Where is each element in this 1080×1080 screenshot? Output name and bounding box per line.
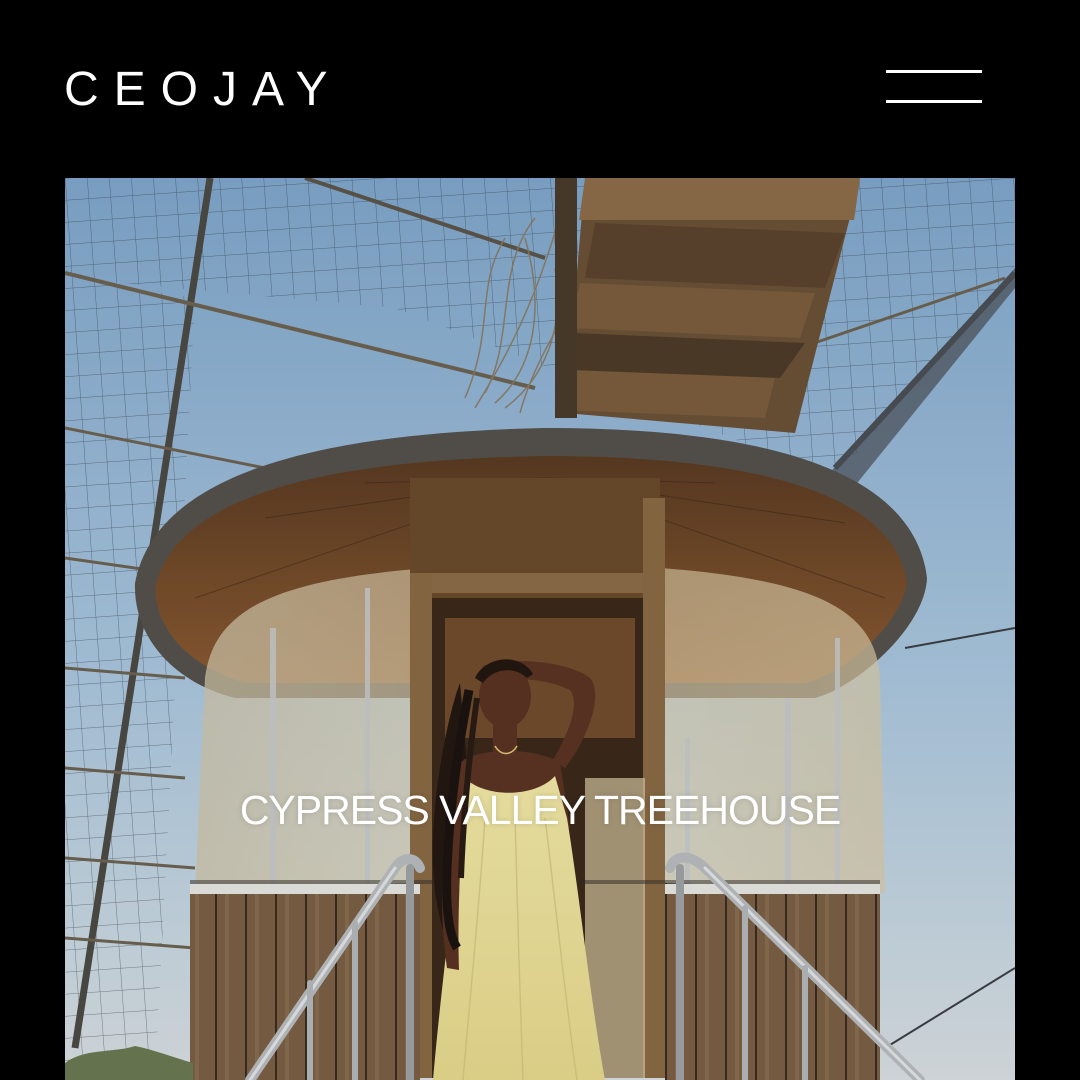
- site-header: CEOJAY: [0, 0, 1080, 178]
- page: CEOJAY CYPRESS VALLEY TREEHOUSE: [0, 0, 1080, 1080]
- hero-card[interactable]: CYPRESS VALLEY TREEHOUSE: [65, 178, 1015, 1080]
- hero-photo: [65, 178, 1015, 1080]
- menu-button[interactable]: [882, 62, 986, 112]
- site-logo[interactable]: CEOJAY: [64, 62, 342, 118]
- hero-title: CYPRESS VALLEY TREEHOUSE: [239, 787, 841, 833]
